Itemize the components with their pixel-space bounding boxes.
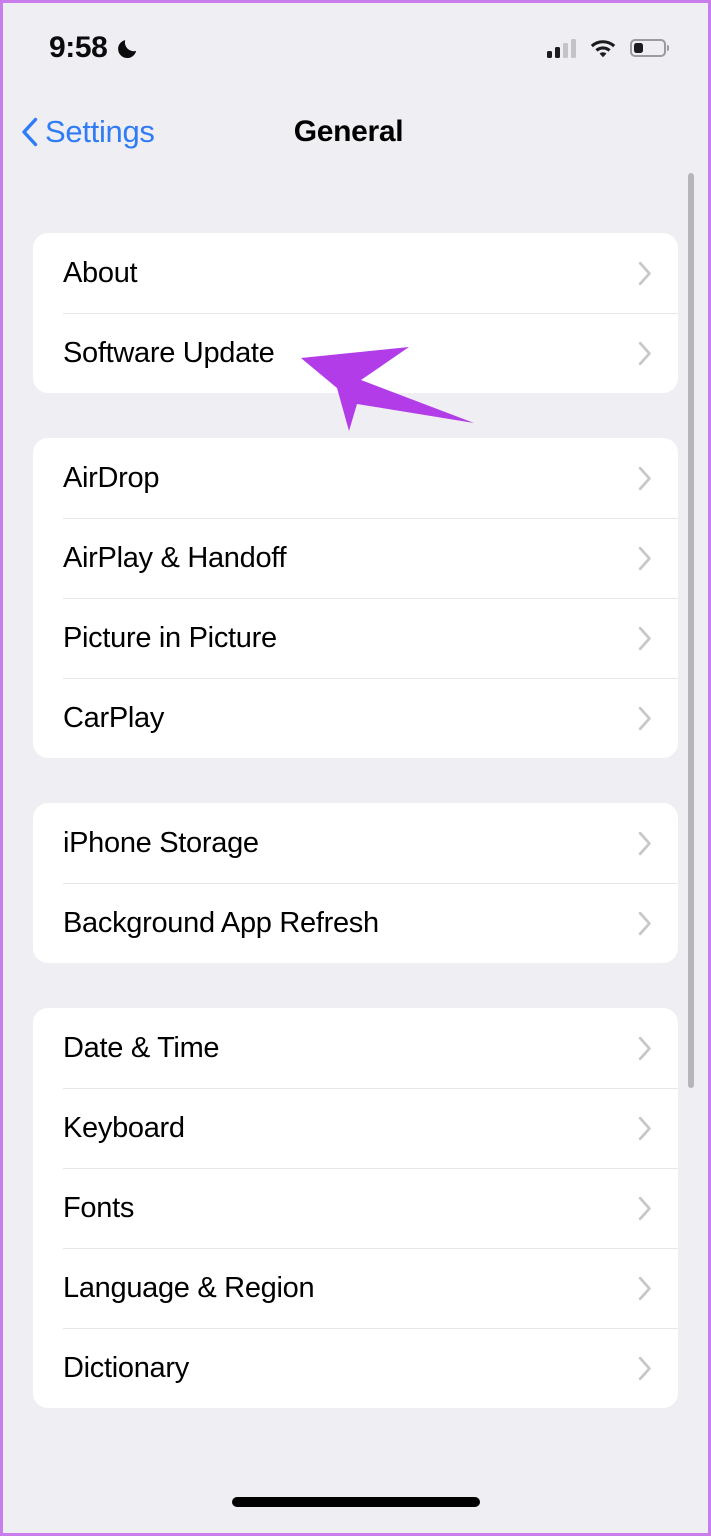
battery-icon <box>630 39 666 57</box>
settings-row[interactable]: About <box>33 233 678 313</box>
settings-row-label: Dictionary <box>63 1351 189 1384</box>
settings-row[interactable]: CarPlay <box>33 678 678 758</box>
settings-row-label: Software Update <box>63 336 275 369</box>
settings-row-label: iPhone Storage <box>63 826 259 859</box>
group-connectivity: AirDrop AirPlay & Handoff Picture in Pictu… <box>33 438 678 758</box>
settings-row-label: AirPlay & Handoff <box>63 541 287 574</box>
settings-row-label: Keyboard <box>63 1111 185 1144</box>
signal-bars-icon <box>547 38 576 58</box>
chevron-right-icon <box>638 341 651 365</box>
chevron-right-icon <box>638 1196 651 1220</box>
chevron-right-icon <box>638 706 651 730</box>
chevron-right-icon <box>638 1036 651 1060</box>
wifi-icon <box>590 40 616 58</box>
settings-row[interactable]: iPhone Storage <box>33 803 678 883</box>
moon-icon <box>118 39 137 58</box>
settings-row[interactable]: Picture in Picture <box>33 598 678 678</box>
settings-row[interactable]: Background App Refresh <box>33 883 678 963</box>
settings-row-label: About <box>63 256 138 289</box>
chevron-right-icon <box>638 1276 651 1300</box>
status-bar: 9:58 <box>3 3 708 93</box>
group-system: About Software Update <box>33 233 678 393</box>
settings-row-label: CarPlay <box>63 701 165 734</box>
chevron-right-icon <box>638 466 651 490</box>
settings-row[interactable]: Keyboard <box>33 1088 678 1168</box>
settings-row-label: Language & Region <box>63 1271 315 1304</box>
vertical-scrollbar[interactable] <box>688 173 694 1088</box>
settings-row-label: Background App Refresh <box>63 906 379 939</box>
settings-row[interactable]: Language & Region <box>33 1248 678 1328</box>
navigation-bar: Settings General <box>3 93 708 171</box>
status-bar-right <box>547 38 666 58</box>
status-bar-clock: 9:58 <box>49 31 108 64</box>
chevron-right-icon <box>638 911 651 935</box>
chevron-right-icon <box>638 261 651 285</box>
settings-row-label: AirDrop <box>63 461 160 494</box>
chevron-right-icon <box>638 1356 651 1380</box>
page-title: General <box>293 115 404 148</box>
chevron-right-icon <box>638 831 651 855</box>
settings-groups: About Software Update AirDrop AirPlay & Han… <box>3 233 708 1408</box>
group-localization: Date & Time Keyboard Fonts Language & Regio… <box>33 1008 678 1408</box>
status-bar-left: 9:58 <box>49 31 139 65</box>
settings-row[interactable]: Dictionary <box>33 1328 678 1408</box>
settings-row[interactable]: Date & Time <box>33 1008 678 1088</box>
settings-row-label: Fonts <box>63 1191 135 1224</box>
settings-row-label: Date & Time <box>63 1031 220 1064</box>
settings-row[interactable]: Fonts <box>33 1168 678 1248</box>
chevron-right-icon <box>638 546 651 570</box>
settings-row[interactable]: Software Update <box>33 313 678 393</box>
settings-row[interactable]: AirPlay & Handoff <box>33 518 678 598</box>
chevron-right-icon <box>638 626 651 650</box>
settings-row[interactable]: AirDrop <box>33 438 678 518</box>
group-storage: iPhone Storage Background App Refresh <box>33 803 678 963</box>
iphone-settings-screen: 9:58 Settings General About Software Upd… <box>0 0 711 1536</box>
home-indicator-bar[interactable] <box>231 1497 480 1507</box>
chevron-right-icon <box>638 1116 651 1140</box>
settings-row-label: Picture in Picture <box>63 621 277 654</box>
settings-list: About Software Update AirDrop AirPlay & Han… <box>3 171 708 1533</box>
